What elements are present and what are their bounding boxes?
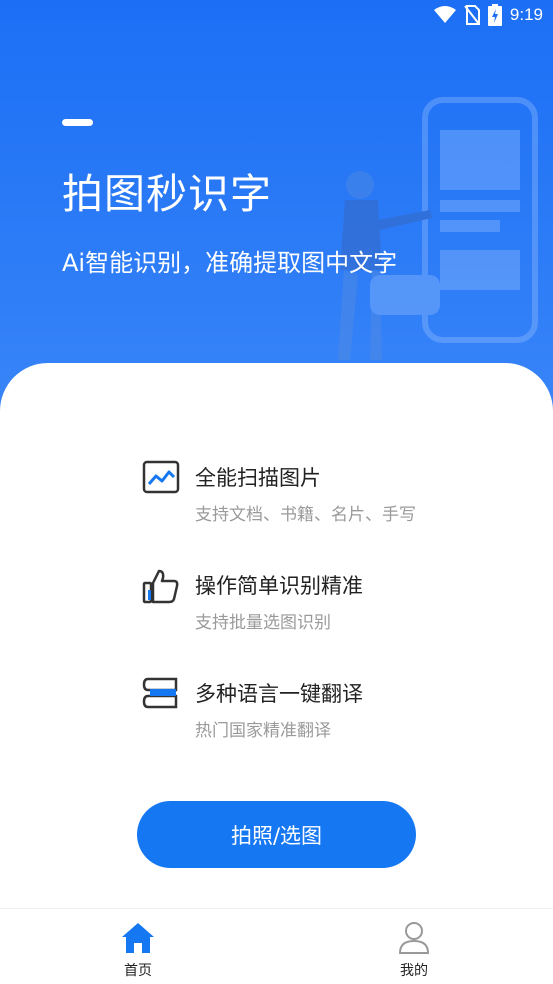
status-time: 9:19 <box>509 5 543 24</box>
capture-select-button[interactable]: 拍照/选图 <box>137 801 416 868</box>
wifi-icon <box>433 6 456 24</box>
page-title: 拍图秒识字 <box>62 170 272 218</box>
image-icon <box>142 460 180 496</box>
tab-label: 首页 <box>124 963 152 979</box>
hero-dash <box>62 119 93 126</box>
page-subtitle: Ai智能识别，准确提取图中文字 <box>62 249 398 277</box>
tab-label: 我的 <box>400 963 428 979</box>
feature-desc: 热门国家精准翻译 <box>195 721 331 741</box>
thumbs-up-icon <box>142 568 180 604</box>
tab-profile[interactable]: 我的 <box>354 909 474 984</box>
feature-desc: 支持批量选图识别 <box>195 613 331 633</box>
profile-icon <box>396 921 432 955</box>
translate-icon <box>142 676 180 712</box>
feature-title: 多种语言一键翻译 <box>195 682 363 706</box>
features-card <box>0 363 553 983</box>
feature-desc: 支持文档、书籍、名片、手写 <box>195 505 416 525</box>
tab-home[interactable]: 首页 <box>78 909 198 984</box>
hero-illustration <box>338 97 538 360</box>
battery-charging-icon <box>487 4 502 26</box>
home-icon <box>120 921 156 955</box>
feature-title: 全能扫描图片 <box>195 466 321 490</box>
bottom-tab-bar: 首页 我的 <box>0 908 553 984</box>
no-sim-icon <box>464 5 480 25</box>
feature-title: 操作简单识别精准 <box>195 574 363 598</box>
status-bar: 9:19 <box>0 0 553 32</box>
